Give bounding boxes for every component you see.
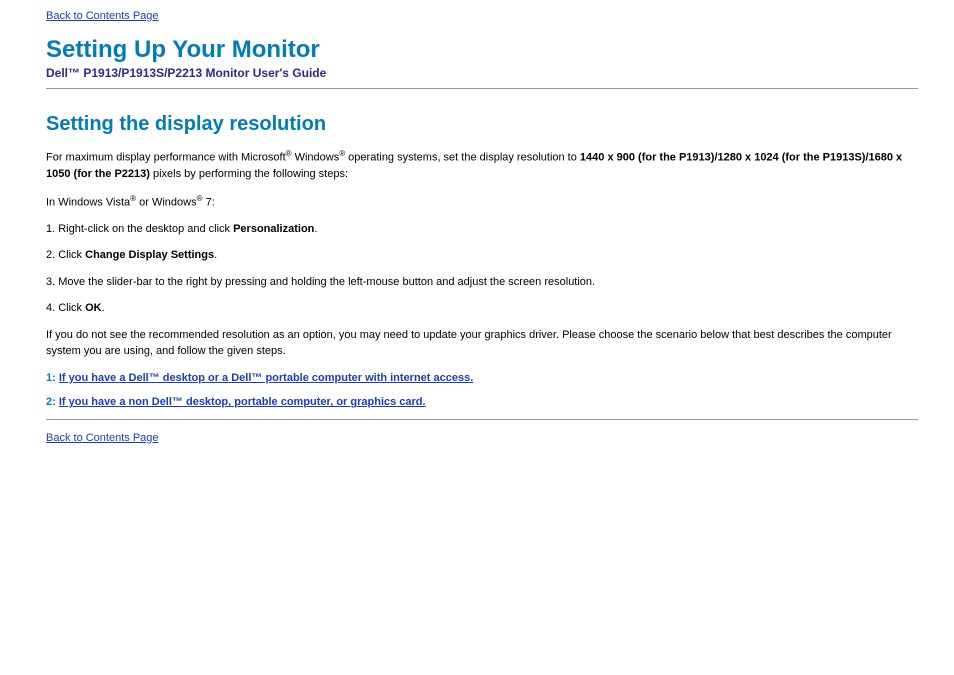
back-to-contents-link-bottom[interactable]: Back to Contents Page: [46, 432, 159, 444]
divider-bottom: [46, 419, 918, 420]
os-line: In Windows Vista® or Windows® 7:: [46, 193, 918, 211]
step-1: 1. Right-click on the desktop and click …: [46, 221, 918, 238]
step-3: 3. Move the slider-bar to the right by p…: [46, 274, 918, 291]
scenario-2-number: 2:: [46, 396, 59, 408]
step-2: 2. Click Change Display Settings.: [46, 247, 918, 264]
driver-note: If you do not see the recommended resolu…: [46, 327, 918, 360]
page-title: Setting Up Your Monitor: [46, 36, 918, 64]
scenario-2-line: 2: If you have a non Dell™ desktop, port…: [46, 394, 918, 411]
divider-top: [46, 88, 918, 89]
scenario-1-link[interactable]: If you have a Dell™ desktop or a Dell™ p…: [59, 372, 473, 384]
page-subtitle: Dell™ P1913/P1913S/P2213 Monitor User's …: [46, 66, 918, 80]
back-to-contents-link-top[interactable]: Back to Contents Page: [46, 10, 159, 22]
scenario-1-number: 1:: [46, 372, 59, 384]
step-4: 4. Click OK.: [46, 300, 918, 317]
intro-paragraph: For maximum display performance with Mic…: [46, 148, 918, 183]
section-heading: Setting the display resolution: [46, 113, 918, 136]
scenario-2-link[interactable]: If you have a non Dell™ desktop, portabl…: [59, 396, 426, 408]
scenario-1-line: 1: If you have a Dell™ desktop or a Dell…: [46, 370, 918, 387]
